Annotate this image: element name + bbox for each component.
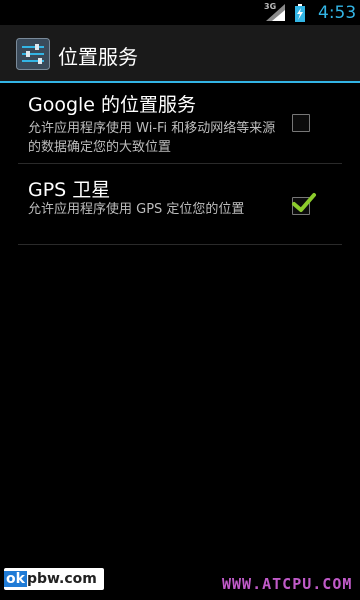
- action-bar: 位置服务: [0, 25, 360, 81]
- list-divider: [18, 244, 342, 245]
- watermark-atcpu: WWW.ATCPU.COM: [222, 575, 353, 593]
- pref-summary: 允许应用程序使用 GPS 定位您的位置: [28, 202, 245, 217]
- status-bar: 3G 4:53: [0, 0, 360, 25]
- check-mark-icon: [292, 193, 316, 212]
- google-location-checkbox[interactable]: [292, 114, 310, 132]
- gps-checkbox[interactable]: [292, 193, 316, 215]
- pref-summary: 允许应用程序使用 Wi-Fi 和移动网络等来源的数据确定您的大致位置: [28, 121, 276, 155]
- pref-title: GPS 卫星: [28, 179, 111, 201]
- settings-sliders-icon[interactable]: [16, 38, 50, 70]
- status-clock: 4:53: [318, 3, 357, 23]
- signal-strength-icon: [266, 4, 285, 21]
- pref-gps-satellites[interactable]: GPS 卫星 允许应用程序使用 GPS 定位您的位置: [18, 166, 342, 240]
- list-divider: [18, 163, 342, 164]
- pref-google-location[interactable]: Google 的位置服务 允许应用程序使用 Wi-Fi 和移动网络等来源的数据确…: [18, 86, 342, 160]
- pref-title: Google 的位置服务: [28, 94, 197, 116]
- action-bar-divider: [0, 81, 360, 83]
- page-title: 位置服务: [58, 45, 138, 69]
- watermark-okpbw: ok pbw.com: [4, 568, 104, 590]
- battery-charging-icon: [295, 4, 305, 22]
